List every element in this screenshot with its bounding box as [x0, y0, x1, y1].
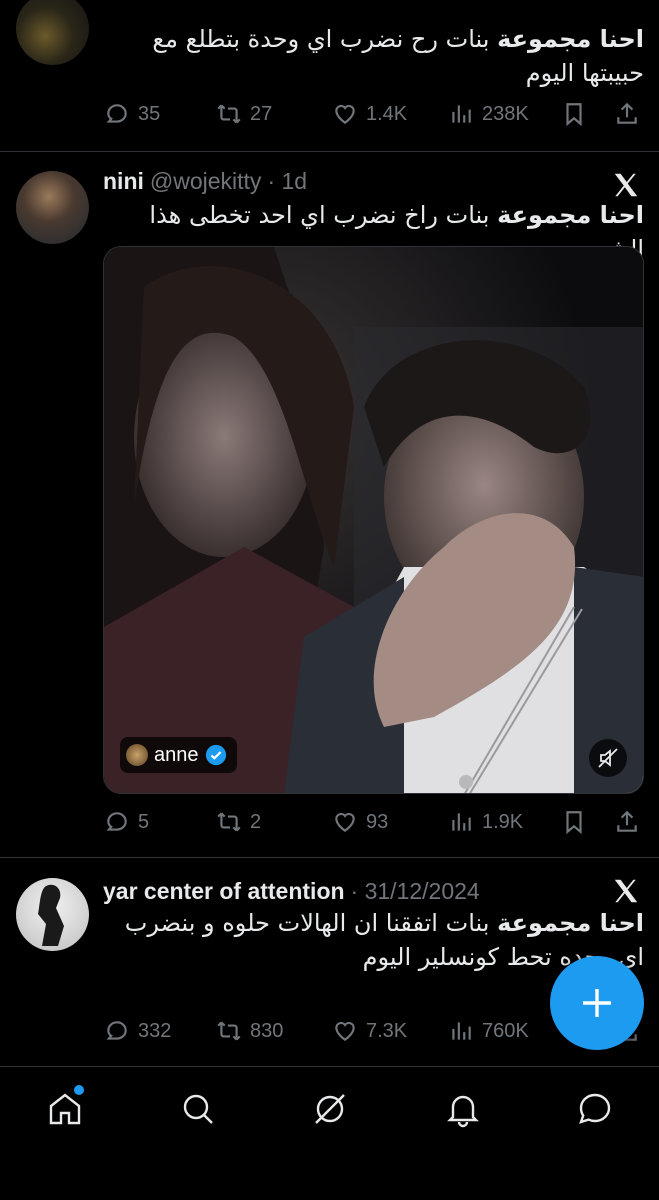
repost-icon: [217, 1021, 241, 1041]
bookmark-button[interactable]: [561, 97, 587, 131]
views-button[interactable]: 238K: [448, 97, 529, 131]
share-icon: [617, 810, 637, 832]
like-button[interactable]: 93: [332, 805, 388, 839]
share-button[interactable]: [614, 805, 640, 839]
heart-icon: [335, 1021, 355, 1041]
tagged-user-badge[interactable]: anne: [120, 737, 237, 773]
views-button[interactable]: 1.9K: [448, 805, 523, 839]
repost-button[interactable]: 830: [216, 1014, 283, 1048]
reply-count: 35: [138, 102, 161, 125]
tweet-3[interactable]: yar center of attention · 31/12/2024 احن…: [0, 858, 659, 1066]
view-count: 760K: [482, 1019, 529, 1042]
heart-icon: [335, 104, 355, 124]
mute-button[interactable]: [589, 739, 627, 777]
tag-avatar: [126, 744, 148, 766]
tweet-actions: 35 27 1.4K 238K: [104, 97, 644, 131]
compose-button[interactable]: [550, 956, 644, 1050]
repost-count: 27: [250, 102, 273, 125]
timestamp[interactable]: · 1d: [267, 168, 307, 195]
views-icon: [452, 813, 471, 831]
messages-icon: [579, 1093, 611, 1124]
like-count: 93: [366, 810, 389, 833]
repost-count: 830: [250, 1019, 284, 1042]
tweet-1[interactable]: احنا مجموعة بنات رح نضرب اي وحدة بتطلع م…: [0, 0, 659, 152]
bookmark-icon: [566, 103, 582, 127]
reply-button[interactable]: 332: [104, 1014, 171, 1048]
repost-icon: [217, 104, 241, 124]
tweet-text-bold: احنا مجموعة: [497, 201, 644, 229]
handle[interactable]: @wojekitty: [150, 168, 262, 195]
view-count: 238K: [482, 102, 529, 125]
bookmark-button[interactable]: [561, 805, 587, 839]
search-icon: [183, 1094, 213, 1124]
reply-icon: [106, 812, 127, 831]
video-player[interactable]: anne: [103, 246, 644, 794]
avatar-figure: [38, 884, 64, 946]
display-name[interactable]: yar center of attention: [103, 878, 345, 905]
reply-count: 332: [138, 1019, 172, 1042]
views-button[interactable]: 760K: [448, 1014, 529, 1048]
tweet-text: احنا مجموعة بنات رح نضرب اي وحدة بتطلع م…: [104, 22, 644, 90]
nav-notifications[interactable]: [443, 1089, 483, 1129]
like-button[interactable]: 7.3K: [332, 1014, 407, 1048]
muted-speaker-icon: [598, 748, 618, 768]
bookmark-icon: [566, 811, 582, 835]
tweet-text: احنا مجموعة بنات اتفقنا ان الهالات حلوه …: [104, 906, 644, 974]
repost-button[interactable]: 27: [216, 97, 272, 131]
tweet-header: yar center of attention · 31/12/2024: [103, 878, 480, 905]
display-name[interactable]: nini: [103, 168, 144, 195]
repost-button[interactable]: 2: [216, 805, 261, 839]
view-count: 1.9K: [482, 810, 524, 833]
reply-button[interactable]: 35: [104, 97, 160, 131]
nav-messages[interactable]: [575, 1089, 615, 1129]
notifications-icon: [447, 1095, 479, 1128]
timestamp[interactable]: · 31/12/2024: [351, 878, 480, 905]
heart-icon: [335, 812, 355, 832]
tagged-user-name: anne: [154, 743, 199, 766]
share-icon: [617, 102, 637, 124]
nav-search[interactable]: [178, 1089, 218, 1129]
tweet-actions: 5 2 93 1.9K: [104, 805, 644, 839]
views-icon: [452, 105, 471, 123]
x-logo-icon: [614, 879, 638, 903]
like-count: 1.4K: [366, 102, 408, 125]
tweet-text-bold: احنا مجموعة: [497, 25, 644, 53]
reply-icon: [106, 104, 127, 123]
repost-count: 2: [250, 810, 262, 833]
x-logo-icon: [614, 173, 638, 197]
avatar[interactable]: [16, 171, 89, 244]
verified-badge-icon: [205, 744, 226, 766]
tweet-header: nini @wojekitty · 1d: [103, 168, 307, 195]
plus-icon: [583, 989, 611, 1017]
views-icon: [452, 1022, 471, 1040]
like-button[interactable]: 1.4K: [332, 97, 407, 131]
tweet-2[interactable]: nini @wojekitty · 1d احنا مجموعة بنات را…: [0, 152, 659, 858]
tweet-text-bold: احنا مجموعة: [497, 909, 644, 937]
notification-dot: [74, 1085, 84, 1095]
bottom-navigation: [0, 1066, 659, 1200]
avatar[interactable]: [16, 0, 89, 65]
avatar[interactable]: [16, 878, 89, 951]
share-button[interactable]: [614, 97, 640, 131]
home-icon: [49, 1093, 81, 1125]
video-thumbnail: [104, 247, 643, 793]
grok-icon: [315, 1094, 345, 1124]
nav-home[interactable]: [45, 1085, 85, 1129]
reply-icon: [106, 1021, 127, 1040]
reply-button[interactable]: 5: [104, 805, 149, 839]
nav-grok[interactable]: [310, 1089, 350, 1129]
reply-count: 5: [138, 810, 150, 833]
repost-icon: [217, 812, 241, 832]
like-count: 7.3K: [366, 1019, 408, 1042]
